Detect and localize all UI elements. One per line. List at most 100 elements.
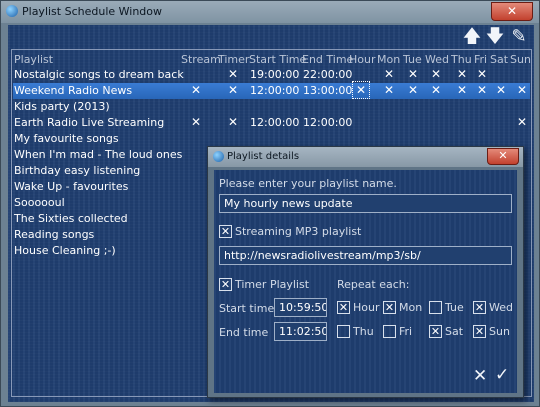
hour-cell[interactable]: [354, 67, 368, 81]
thu-cell[interactable]: ✕: [455, 67, 469, 81]
confirm-icon[interactable]: ✓: [495, 365, 509, 385]
stream-cell[interactable]: [189, 99, 203, 113]
hour-cell[interactable]: [354, 115, 368, 129]
table-row[interactable]: Earth Radio Live Streaming ✕ ✕ 12:00:00 12:0…: [13, 115, 530, 131]
window-titlebar[interactable]: Playlist Schedule Window ✕: [1, 1, 539, 23]
header-sun[interactable]: Sun: [510, 53, 531, 67]
repeat-tue-label[interactable]: Tue: [445, 301, 464, 314]
timer-cell[interactable]: [226, 131, 240, 145]
streaming-checkbox[interactable]: ✕: [219, 225, 232, 238]
mon-cell[interactable]: [382, 99, 396, 113]
repeat-tue-checkbox[interactable]: [429, 301, 442, 314]
sun-cell[interactable]: [515, 99, 529, 113]
stream-cell[interactable]: [189, 195, 203, 209]
fri-cell[interactable]: [475, 99, 489, 113]
header-sat[interactable]: Sat: [490, 53, 508, 67]
dialog-titlebar[interactable]: Playlist details ✕: [208, 147, 523, 167]
repeat-thu-label[interactable]: Thu: [353, 325, 374, 338]
stream-cell[interactable]: ✕: [189, 115, 203, 129]
header-playlist[interactable]: Playlist: [14, 53, 53, 67]
repeat-sun-label[interactable]: Sun: [489, 325, 510, 338]
wed-cell[interactable]: ✕: [429, 83, 443, 97]
sun-cell[interactable]: [515, 67, 529, 81]
timer-cell[interactable]: ✕: [226, 115, 240, 129]
stream-cell[interactable]: [189, 147, 203, 161]
timer-cell[interactable]: [226, 99, 240, 113]
repeat-thu-checkbox[interactable]: [337, 325, 350, 338]
sat-cell[interactable]: ✕: [494, 83, 508, 97]
repeat-fri-label[interactable]: Fri: [399, 325, 412, 338]
stream-cell[interactable]: [189, 131, 203, 145]
sat-cell[interactable]: [494, 99, 508, 113]
mon-cell[interactable]: ✕: [382, 83, 396, 97]
repeat-fri-checkbox[interactable]: [383, 325, 396, 338]
sat-cell[interactable]: [494, 115, 508, 129]
playlist-name-input[interactable]: My hourly news update: [219, 194, 512, 213]
table-row[interactable]: Kids party (2013): [13, 99, 530, 115]
streaming-label[interactable]: Streaming MP3 playlist: [235, 225, 361, 238]
stream-cell[interactable]: [189, 163, 203, 177]
header-timer[interactable]: Timer: [218, 53, 249, 67]
stream-cell[interactable]: [189, 243, 203, 257]
thu-cell[interactable]: ✕: [455, 83, 469, 97]
fri-cell[interactable]: ✕: [475, 67, 489, 81]
header-hour[interactable]: Hour: [349, 53, 376, 67]
repeat-hour-label[interactable]: Hour: [353, 301, 380, 314]
fri-cell[interactable]: [475, 115, 489, 129]
stream-url-input[interactable]: http://newsradiolivestream/mp3/sb/: [219, 246, 512, 265]
header-wed[interactable]: Wed: [425, 53, 449, 67]
hour-cell[interactable]: [354, 131, 368, 145]
thu-cell[interactable]: [455, 99, 469, 113]
header-tue[interactable]: Tue: [403, 53, 422, 67]
header-stream[interactable]: Stream: [181, 53, 221, 67]
sun-cell[interactable]: [515, 131, 529, 145]
table-row[interactable]: Weekend Radio News ✕ ✕ 12:00:00 13:00:00 ✕ ✕ ✕ ✕…: [13, 81, 530, 99]
stream-cell[interactable]: [189, 179, 203, 193]
repeat-wed-label[interactable]: Wed: [489, 301, 513, 314]
repeat-sat-checkbox[interactable]: ✕: [429, 325, 442, 338]
start-time-input[interactable]: 10:59:50: [274, 298, 327, 317]
mon-cell[interactable]: [382, 115, 396, 129]
tue-cell[interactable]: [406, 131, 420, 145]
fri-cell[interactable]: [475, 131, 489, 145]
table-row[interactable]: My favourite songs: [13, 131, 530, 147]
header-start-time[interactable]: Start Time: [249, 53, 306, 67]
tue-cell[interactable]: ✕: [406, 83, 420, 97]
timer-label[interactable]: Timer Playlist: [235, 278, 309, 291]
tue-cell[interactable]: [406, 115, 420, 129]
repeat-wed-checkbox[interactable]: ✕: [473, 301, 486, 314]
mon-cell[interactable]: [382, 131, 396, 145]
repeat-mon-checkbox[interactable]: ✕: [383, 301, 396, 314]
table-row[interactable]: Nostalgic songs to dream back ✕ 19:00:00 22…: [13, 67, 530, 83]
sun-cell[interactable]: ✕: [515, 83, 529, 97]
repeat-mon-label[interactable]: Mon: [399, 301, 422, 314]
window-close-button[interactable]: ✕: [491, 2, 533, 21]
cancel-icon[interactable]: ✕: [473, 366, 487, 386]
fri-cell[interactable]: ✕: [475, 83, 489, 97]
dialog-close-button[interactable]: ✕: [487, 148, 519, 165]
wed-cell[interactable]: [429, 131, 443, 145]
sun-cell[interactable]: ✕: [515, 115, 529, 129]
mon-cell[interactable]: ✕: [382, 67, 396, 81]
stream-cell[interactable]: [189, 67, 203, 81]
wed-cell[interactable]: ✕: [429, 67, 443, 81]
edit-icon[interactable]: ✎: [509, 27, 529, 47]
repeat-hour-checkbox[interactable]: ✕: [337, 301, 350, 314]
stream-cell[interactable]: ✕: [189, 83, 203, 97]
stream-cell[interactable]: [189, 227, 203, 241]
sat-cell[interactable]: [494, 67, 508, 81]
thu-cell[interactable]: [455, 115, 469, 129]
hour-cell[interactable]: [354, 99, 368, 113]
thu-cell[interactable]: [455, 131, 469, 145]
header-fri[interactable]: Fri: [474, 53, 487, 67]
move-down-icon[interactable]: 🡇: [485, 27, 505, 47]
timer-cell[interactable]: ✕: [226, 67, 240, 81]
repeat-sun-checkbox[interactable]: ✕: [473, 325, 486, 338]
timer-cell[interactable]: ✕: [226, 83, 240, 97]
move-up-icon[interactable]: 🡅: [462, 27, 482, 47]
sat-cell[interactable]: [494, 131, 508, 145]
stream-cell[interactable]: [189, 211, 203, 225]
repeat-sat-label[interactable]: Sat: [445, 325, 463, 338]
header-mon[interactable]: Mon: [377, 53, 400, 67]
header-thu[interactable]: Thu: [451, 53, 472, 67]
